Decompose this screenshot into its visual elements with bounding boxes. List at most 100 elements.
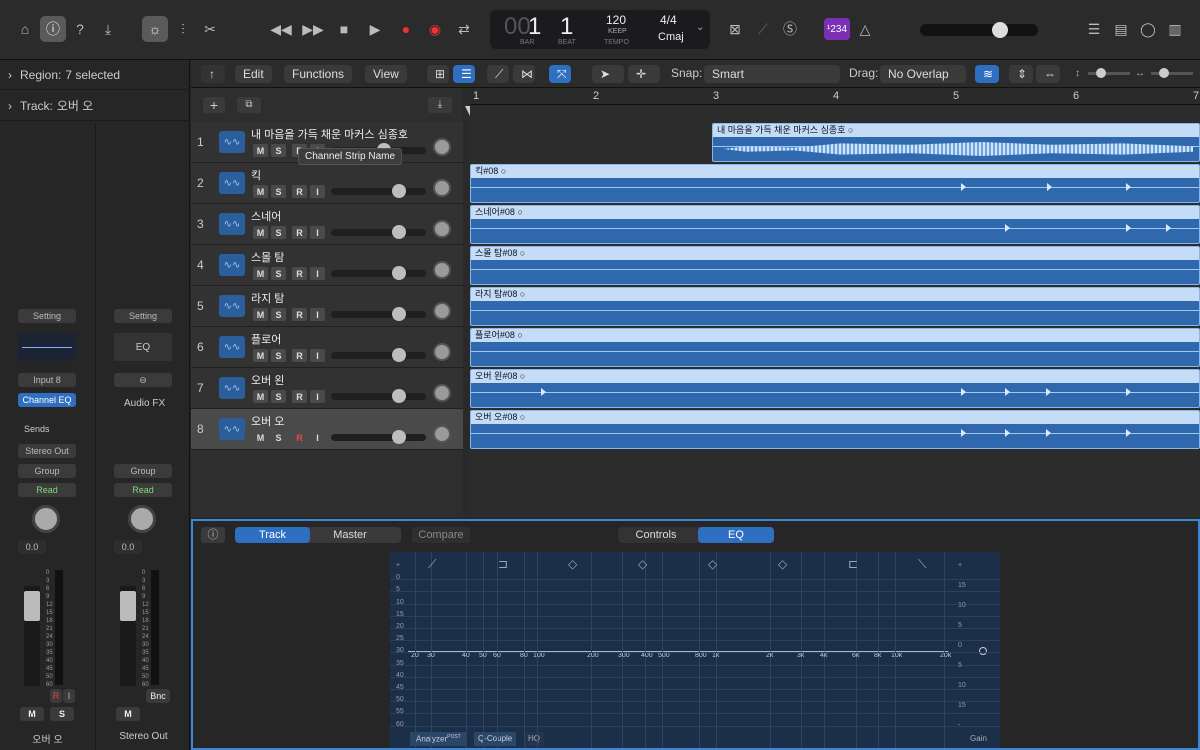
waveform-zoom-icon[interactable]: ≋ xyxy=(975,65,999,83)
metronome-icon[interactable]: △ xyxy=(852,16,878,42)
functions-menu[interactable]: Functions xyxy=(284,65,353,83)
audio-region[interactable]: 내 마음을 가득 채운 마커스 심종호 ○ xyxy=(712,123,1200,162)
info-icon[interactable]: ⓘ xyxy=(201,527,225,543)
peak-band-icon[interactable]: ◇ xyxy=(638,557,647,571)
timeline-ruler[interactable]: 1 2 3 4 5 6 7 xyxy=(463,88,1200,105)
highshelf-band-icon[interactable]: ⊏ xyxy=(848,557,858,571)
volume-knob[interactable] xyxy=(392,266,406,280)
volume-fader[interactable] xyxy=(24,591,40,621)
horizontal-zoom-icon[interactable]: ⇔ xyxy=(1036,65,1060,83)
channel-eq-slot[interactable]: Channel EQ xyxy=(18,393,76,407)
solo-button[interactable]: S xyxy=(271,349,286,362)
horizontal-zoom-slider[interactable] xyxy=(1151,68,1193,78)
input-monitor-button[interactable]: I xyxy=(310,267,325,280)
master-volume-slider[interactable] xyxy=(920,22,1038,38)
audio-region[interactable]: 오버 왼#08 ○ xyxy=(470,369,1200,408)
loop-browser-icon[interactable]: ◯ xyxy=(1135,16,1161,42)
capture-recording-icon[interactable]: ◉ xyxy=(422,16,448,42)
view-menu[interactable]: View xyxy=(365,65,407,83)
track-name[interactable]: 스몰 탐 xyxy=(251,249,284,265)
automation-read-button[interactable]: Read xyxy=(114,483,172,497)
inspector-icon[interactable]: ⓘ xyxy=(40,16,66,42)
pan-knob[interactable] xyxy=(433,261,451,279)
record-enable-button[interactable]: R xyxy=(292,431,307,444)
solo-icon[interactable]: Ⓢ xyxy=(777,16,803,42)
volume-knob[interactable] xyxy=(392,225,406,239)
compare-button[interactable]: Compare xyxy=(412,527,470,543)
fader-track[interactable] xyxy=(120,586,136,686)
fast-forward-icon[interactable]: ▶▶ xyxy=(300,16,326,42)
count-in-button[interactable]: ¹234 xyxy=(824,18,850,40)
group-button[interactable]: Group xyxy=(114,464,172,478)
volume-slider[interactable] xyxy=(331,307,426,321)
mute-button[interactable]: M xyxy=(253,144,268,157)
track-name[interactable]: 내 마음을 가득 채운 마커스 심종호 xyxy=(251,126,408,142)
volume-value[interactable]: 0.0 xyxy=(18,540,46,554)
input-monitor-button[interactable]: I xyxy=(310,185,325,198)
volume-knob[interactable] xyxy=(392,184,406,198)
record-enable-button[interactable]: R xyxy=(292,267,307,280)
volume-value[interactable]: 0.0 xyxy=(114,540,142,554)
mute-button[interactable]: M xyxy=(253,349,268,362)
automation-read-button[interactable]: Read xyxy=(18,483,76,497)
record-enable-button[interactable]: R xyxy=(292,390,307,403)
eq-thumbnail[interactable]: EQ xyxy=(114,333,172,361)
mute-button[interactable]: M xyxy=(253,431,268,444)
track-name[interactable]: 킥 xyxy=(251,167,261,183)
track-header[interactable]: 5 ∿∿ 라지 탐 M S R I xyxy=(191,286,463,327)
tab-controls[interactable]: Controls xyxy=(618,527,694,543)
hq-button[interactable]: HQ xyxy=(524,732,544,746)
list-view-icon[interactable]: ☰ xyxy=(453,65,475,83)
input-monitor-button[interactable]: I xyxy=(310,226,325,239)
lcd-display[interactable]: 00 1 BAR 1 BEAT 120 KEEP TEMPO 4/4 Cmaj … xyxy=(490,10,710,49)
setting-button[interactable]: Setting xyxy=(18,309,76,323)
volume-slider[interactable] xyxy=(331,225,426,239)
mute-button[interactable]: M xyxy=(253,226,268,239)
peak-band-icon[interactable]: ◇ xyxy=(568,557,577,571)
grid-view-icon[interactable]: ⊞ xyxy=(427,65,449,83)
lowcut-band-icon[interactable]: ⟋ xyxy=(428,557,436,572)
input-monitor-button[interactable]: I xyxy=(63,689,75,703)
smart-controls-icon[interactable]: ☼ xyxy=(142,16,168,42)
volume-slider[interactable] xyxy=(331,430,426,444)
lowshelf-band-icon[interactable]: ⊐ xyxy=(498,557,508,571)
highcut-band-icon[interactable]: ⟍ xyxy=(918,557,926,572)
link-icon[interactable]: ⊖ xyxy=(114,373,172,387)
pan-knob[interactable] xyxy=(433,343,451,361)
solo-button[interactable]: S xyxy=(271,431,286,444)
record-enable-button[interactable]: R xyxy=(292,226,307,239)
list-editors-icon[interactable]: ☰ xyxy=(1081,16,1107,42)
duplicate-track-icon[interactable]: ⧉ xyxy=(237,97,261,113)
help-icon[interactable]: ? xyxy=(67,16,93,42)
track-name[interactable]: 오버 오 xyxy=(251,413,284,429)
browser-icon[interactable]: ▥ xyxy=(1162,16,1188,42)
track-name[interactable]: 플로어 xyxy=(251,331,281,347)
record-icon[interactable]: ● xyxy=(393,16,419,42)
tab-master[interactable]: Master xyxy=(315,527,385,543)
track-name[interactable]: 라지 탐 xyxy=(251,290,284,306)
record-enable-button[interactable]: R xyxy=(292,349,307,362)
input-monitor-button[interactable]: I xyxy=(310,308,325,321)
audio-region[interactable]: 플로어#08 ○ xyxy=(470,328,1200,367)
setting-button[interactable]: Setting xyxy=(114,309,172,323)
volume-knob[interactable] xyxy=(392,348,406,362)
track-header[interactable]: 8 ∿∿ 오버 오 M S R I xyxy=(191,409,463,450)
solo-button[interactable]: S xyxy=(271,390,286,403)
solo-button[interactable]: S xyxy=(271,185,286,198)
scissors-icon[interactable]: ✂ xyxy=(197,16,223,42)
gain-handle[interactable] xyxy=(979,647,987,655)
region-inspector-row[interactable]: › Region: 7 selected xyxy=(0,60,190,90)
volume-slider[interactable] xyxy=(331,266,426,280)
vertical-zoom-icon[interactable]: ⇕ xyxy=(1009,65,1033,83)
flex-icon[interactable]: ⋈ xyxy=(513,65,535,83)
audio-region[interactable]: 스네어#08 ○ xyxy=(470,205,1200,244)
record-enable-button[interactable]: R xyxy=(292,308,307,321)
mute-clip-icon[interactable]: ⊠ xyxy=(722,16,748,42)
stop-icon[interactable]: ■ xyxy=(331,16,357,42)
bounce-button[interactable]: Bnc xyxy=(146,689,170,703)
track-name[interactable]: 오버 왼 xyxy=(251,372,284,388)
secondary-tool-icon[interactable]: ✛ xyxy=(628,65,660,83)
tab-track[interactable]: Track xyxy=(235,527,310,543)
drag-select[interactable]: No Overlap xyxy=(880,65,966,83)
edit-menu[interactable]: Edit xyxy=(235,65,272,83)
